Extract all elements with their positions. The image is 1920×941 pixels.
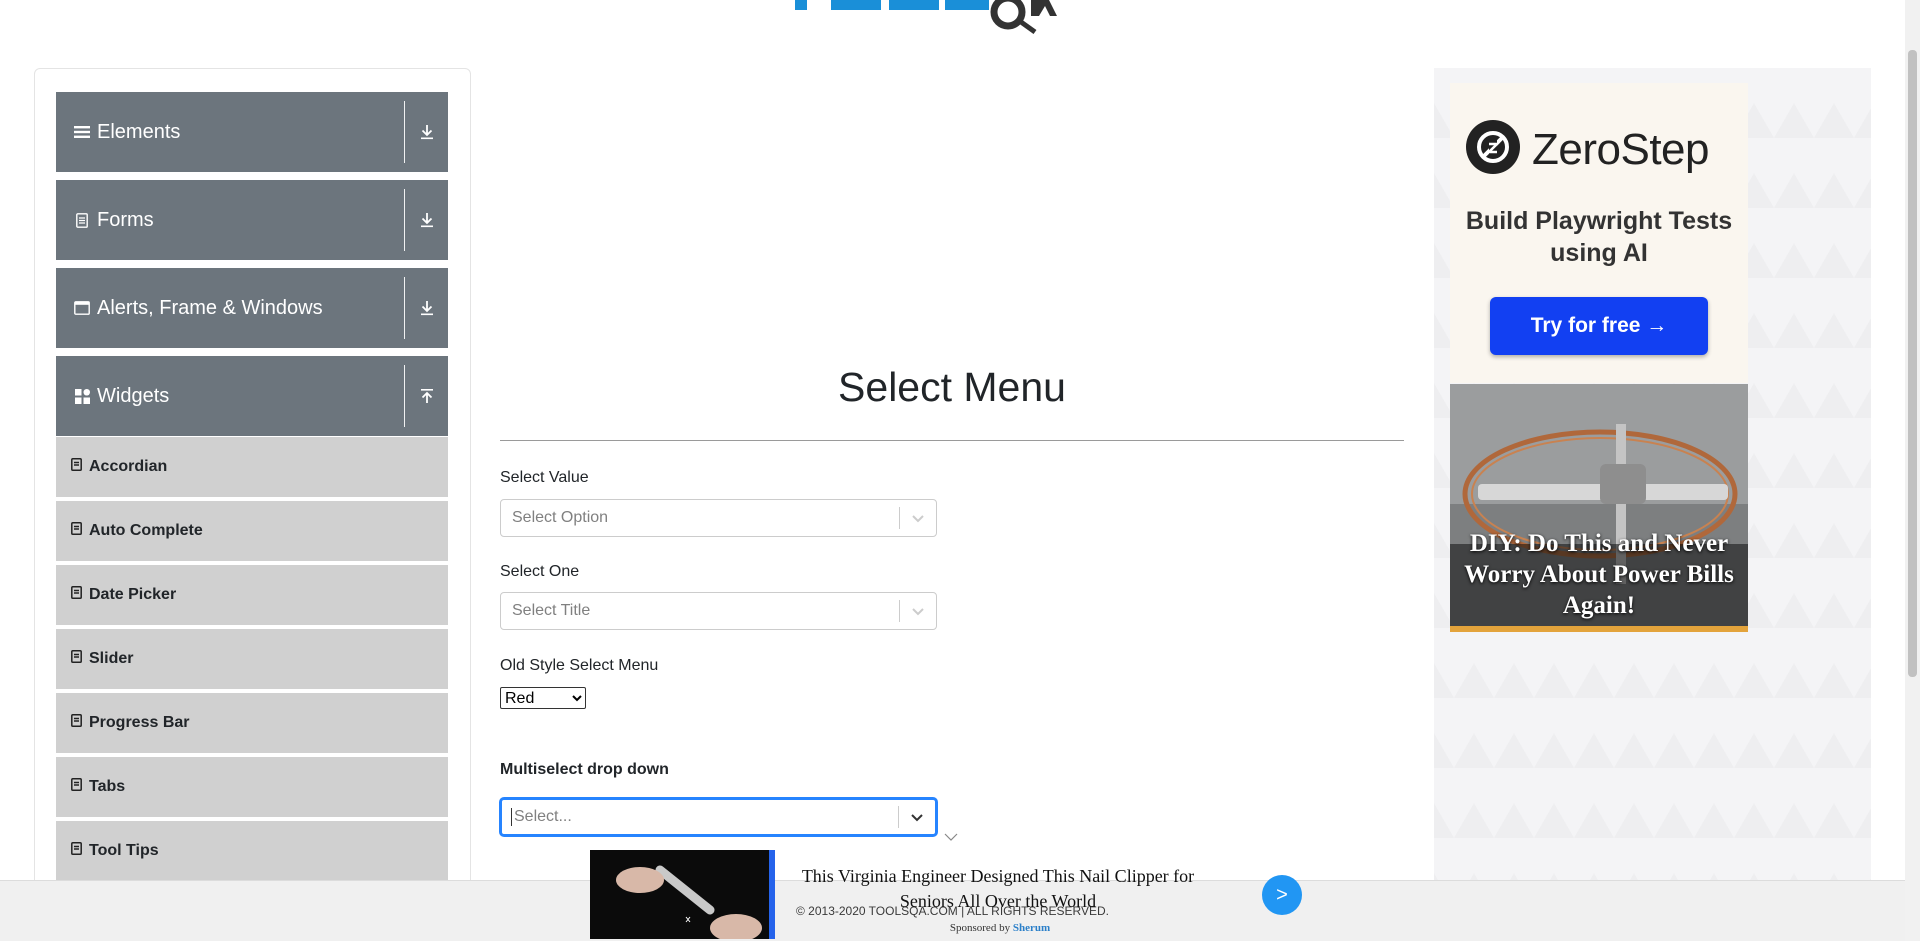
chevron-down-icon[interactable] [899,799,935,835]
multiselect-placeholder: Select... [511,808,898,826]
toolsqa-logo[interactable] [795,0,1115,34]
sidebar-item-progress-bar[interactable]: Progress Bar [56,693,448,755]
sidebar-group-label: Alerts, Frame & Windows [97,296,323,319]
bottom-ad-banner[interactable]: This Virginia Engineer Designed This Nai… [590,850,1302,939]
sidebar-item-label: Progress Bar [89,714,190,731]
sidebar-item-label: Accordian [89,458,168,475]
old-style-label: Old Style Select Menu [500,657,659,674]
form-icon [71,842,83,860]
zerostep-tagline: Build Playwright Tests using AI [1465,207,1733,267]
bottom-ad-headline[interactable]: This Virginia Engineer Designed This Nai… [788,864,1208,914]
sidebar-group-alerts[interactable]: Alerts, Frame & Windows [56,268,448,348]
next-ad-button[interactable]: > [1262,875,1302,915]
upload-arrow-icon[interactable] [416,385,438,407]
nail-clipper-image[interactable] [590,850,775,939]
zerostep-brand: ZeroStep [1466,120,1709,179]
select-value-dropdown[interactable]: Select Option [500,499,937,537]
select-value-label: Select Value [500,469,589,486]
diy-ad-headline: DIY: Do This and Never Worry About Power… [1464,530,1734,619]
divider [404,101,405,163]
grid-icon [73,388,91,404]
select-value-placeholder: Select Option [512,509,609,526]
multiselect-dropdown[interactable]: Select... [500,798,937,836]
divider [404,277,405,339]
divider [404,189,405,251]
form-icon [71,458,83,476]
sidebar-item-label: Tabs [89,778,126,795]
divider [500,440,1404,441]
select-one-label: Select One [500,563,580,580]
sidebar-item-label: Auto Complete [89,522,203,539]
sidebar: Elements Forms Alerts, Frame & Windows W… [34,68,471,941]
form-icon [71,522,83,540]
sidebar-item-date-picker[interactable]: Date Picker [56,565,448,627]
chevron-down-icon[interactable] [900,593,936,629]
divider [404,365,405,427]
scrollbar-thumb[interactable] [1908,50,1917,677]
sponsor-prefix: Sponsored by [949,922,1011,934]
sidebar-group-forms[interactable]: Forms [56,180,448,260]
form-icon [71,650,83,668]
sponsor-name[interactable]: Sherum [1013,922,1050,934]
zerostep-name: ZeroStep [1532,124,1709,174]
sidebar-group-label: Widgets [97,384,170,407]
download-arrow-icon[interactable] [416,209,438,231]
form-icon [71,586,83,604]
sidebar-group-widgets[interactable]: Widgets [56,356,448,436]
form-icon [71,714,83,732]
sidebar-item-tool-tips[interactable]: Tool Tips [56,821,448,883]
sidebar-item-accordian[interactable]: Accordian [56,437,448,499]
select-one-placeholder: Select Title [512,602,591,619]
page-title: Select Menu [838,364,1066,410]
sidebar-item-tabs[interactable]: Tabs [56,757,448,819]
sidebar-group-elements[interactable]: Elements [56,92,448,172]
download-arrow-icon[interactable] [416,297,438,319]
download-arrow-icon[interactable] [416,121,438,143]
old-style-select[interactable]: Red [500,687,586,709]
multiselect-label: Multiselect drop down [500,761,669,778]
form-icon [71,778,83,796]
sidebar-item-slider[interactable]: Slider [56,629,448,691]
divider [1450,626,1748,632]
zerostep-logo-icon [1466,120,1520,179]
sidebar-group-label: Forms [97,208,154,231]
hamburger-icon [73,125,91,139]
try-for-free-button[interactable]: Try for free → [1490,297,1708,355]
document-icon [73,212,91,228]
bottom-ad-sponsor: Sponsored by Sherum [790,922,1210,934]
sidebar-item-label: Tool Tips [89,842,159,859]
select-one-dropdown[interactable]: Select Title [500,592,937,630]
sidebar-item-label: Date Picker [89,586,177,603]
sidebar-item-auto-complete[interactable]: Auto Complete [56,501,448,563]
chevron-down-icon[interactable] [900,500,936,536]
sidebar-group-label: Elements [97,120,181,143]
ad-collapse-chevron-icon[interactable] [944,832,958,842]
window-icon [73,301,91,315]
sidebar-item-label: Slider [89,650,134,667]
